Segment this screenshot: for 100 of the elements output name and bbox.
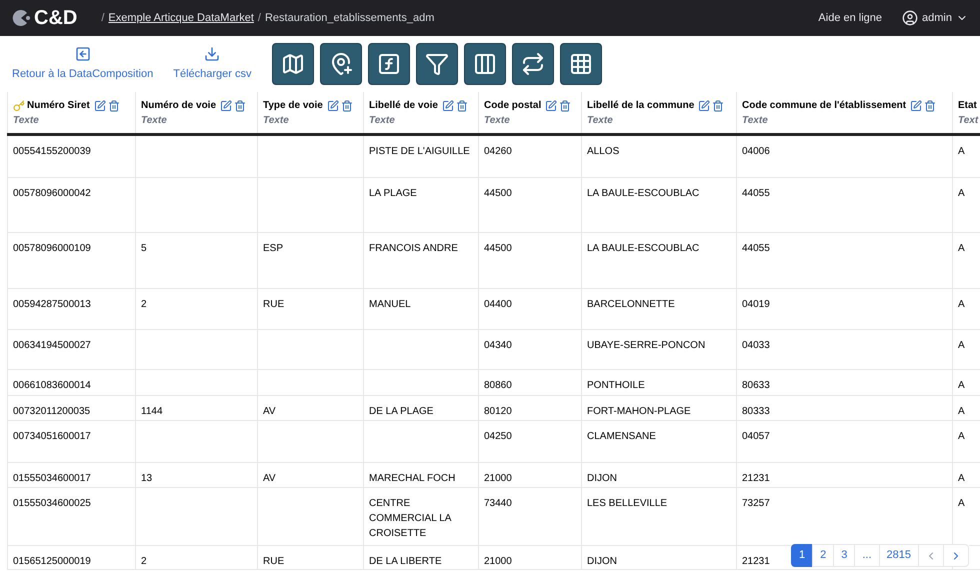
edit-icon[interactable] (698, 100, 710, 112)
table-cell: 21000 (484, 556, 512, 566)
table-cell: AV (263, 406, 276, 416)
table-cell: 04006 (742, 146, 770, 156)
column-type: Texte (141, 114, 168, 128)
delete-icon[interactable] (456, 100, 468, 112)
table-cell: 2 (141, 556, 147, 566)
column-title: Numéro Siret (27, 99, 90, 113)
user-menu[interactable]: admin (902, 10, 968, 26)
table-cell: A (958, 430, 965, 442)
table-cell: 21000 (484, 472, 512, 484)
table-cell: LA BAULE-ESCOUBLAC (587, 242, 700, 254)
tool-button[interactable] (416, 43, 458, 85)
column-title: Libellé de la commune (587, 99, 694, 113)
tool-button[interactable] (560, 43, 602, 85)
page-button[interactable]: 1 (791, 544, 814, 567)
table-cell: 04057 (742, 430, 770, 442)
table-cell: DE LA PLAGE (369, 406, 434, 416)
table-cell: 13 (141, 472, 152, 484)
table-cell: 2 (141, 298, 147, 310)
table-cell: 04400 (484, 298, 512, 310)
back-link[interactable]: Retour à la DataComposition (12, 46, 154, 82)
table-cell: 44500 (484, 242, 512, 254)
table-cell: 21231 (742, 556, 770, 566)
table-cell: 80633 (742, 380, 770, 390)
logo: C&D (12, 3, 78, 33)
table-cell: LA BAULE-ESCOUBLAC (587, 188, 700, 198)
table-cell: ALLOS (587, 146, 620, 156)
table-cell: 44055 (742, 188, 770, 198)
table-cell: A (958, 472, 965, 484)
table-cell: 00634194500027 (13, 340, 91, 350)
edit-icon[interactable] (220, 100, 232, 112)
download-icon (204, 46, 220, 62)
column-title: Code commune de l'établissement (742, 99, 906, 113)
table-cell: BARCELONNETTE (587, 298, 675, 310)
edit-icon[interactable] (94, 100, 106, 112)
column-type: Texte (263, 114, 290, 128)
table-cell: 44500 (484, 188, 512, 198)
tool-button[interactable] (512, 43, 554, 85)
page-button[interactable]: 2 (812, 544, 834, 567)
table-cell: MANUEL (369, 298, 411, 310)
tool-button[interactable] (464, 43, 506, 85)
table-cell: FORT-MAHON-PLAGE (587, 406, 691, 416)
delete-icon[interactable] (924, 100, 936, 112)
table-cell: 73257 (742, 498, 770, 508)
table-cell: 5 (141, 242, 147, 254)
column-type: Texte (13, 114, 40, 128)
help-link[interactable]: Aide en ligne (818, 10, 882, 26)
breadcrumb-link[interactable]: Exemple Articque DataMarket (108, 10, 254, 26)
table-cell: RUE (263, 298, 284, 310)
table-cell: 01555034600017 (13, 472, 91, 484)
table-cell: FRANCOIS ANDRE (369, 242, 458, 254)
column-type: Texte (587, 114, 614, 128)
page-button[interactable]: ... (854, 544, 880, 567)
page-button[interactable]: 2815 (878, 544, 920, 567)
delete-icon[interactable] (234, 100, 246, 112)
table-cell: RUE (263, 556, 284, 566)
table-cell: 00734051600017 (13, 430, 91, 442)
table-cell: PONTHOILE (587, 380, 645, 390)
table-cell: CENTRE COMMERCIAL LA CROISETTE (369, 498, 451, 538)
table-cell: 01555034600025 (13, 498, 91, 508)
delete-icon[interactable] (108, 100, 120, 112)
tool-button[interactable] (368, 43, 410, 85)
edit-icon[interactable] (545, 100, 558, 112)
edit-icon[interactable] (326, 100, 339, 112)
logo-icon (12, 9, 30, 27)
table-cell: 1144 (141, 406, 163, 416)
table-cell: A (958, 146, 965, 156)
download-link[interactable]: Télécharger csv (173, 46, 252, 82)
delete-icon[interactable] (340, 100, 353, 112)
table-cell: DE LA LIBERTE (369, 556, 442, 566)
table-cell: DIJON (587, 472, 617, 484)
table-cell: 04260 (484, 146, 512, 156)
column-type: Texte (742, 114, 769, 128)
table-cell: A (958, 298, 965, 310)
page-button[interactable]: 3 (833, 544, 856, 567)
table-cell: 80860 (484, 380, 512, 390)
delete-icon[interactable] (712, 100, 724, 112)
edit-icon[interactable] (910, 100, 922, 112)
edit-icon[interactable] (442, 100, 454, 112)
column-title: Code postal (484, 99, 542, 113)
tool-button[interactable] (272, 43, 314, 85)
table-cell: 01565125000019 (13, 556, 91, 566)
table-cell: PISTE DE L'AIGUILLE (369, 146, 470, 156)
columns-icon (472, 52, 497, 76)
tool-button[interactable] (320, 43, 362, 85)
table-cell: 21231 (742, 472, 770, 484)
delete-icon[interactable] (559, 100, 572, 112)
table-cell: 04340 (484, 340, 512, 350)
table-cell: 73440 (484, 498, 512, 508)
column-title: Type de voie (263, 99, 323, 113)
table-cell: 00661083600014 (13, 380, 91, 390)
table-cell: 00578096000042 (13, 188, 91, 198)
table-cell: LA PLAGE (369, 188, 417, 198)
table-cell: DIJON (587, 556, 617, 566)
key-icon (13, 100, 25, 112)
column-title: Numéro de voie (141, 99, 216, 113)
column-type: Texte (369, 114, 396, 128)
table-cell: 04033 (742, 340, 770, 350)
table-cell: A (958, 242, 965, 254)
